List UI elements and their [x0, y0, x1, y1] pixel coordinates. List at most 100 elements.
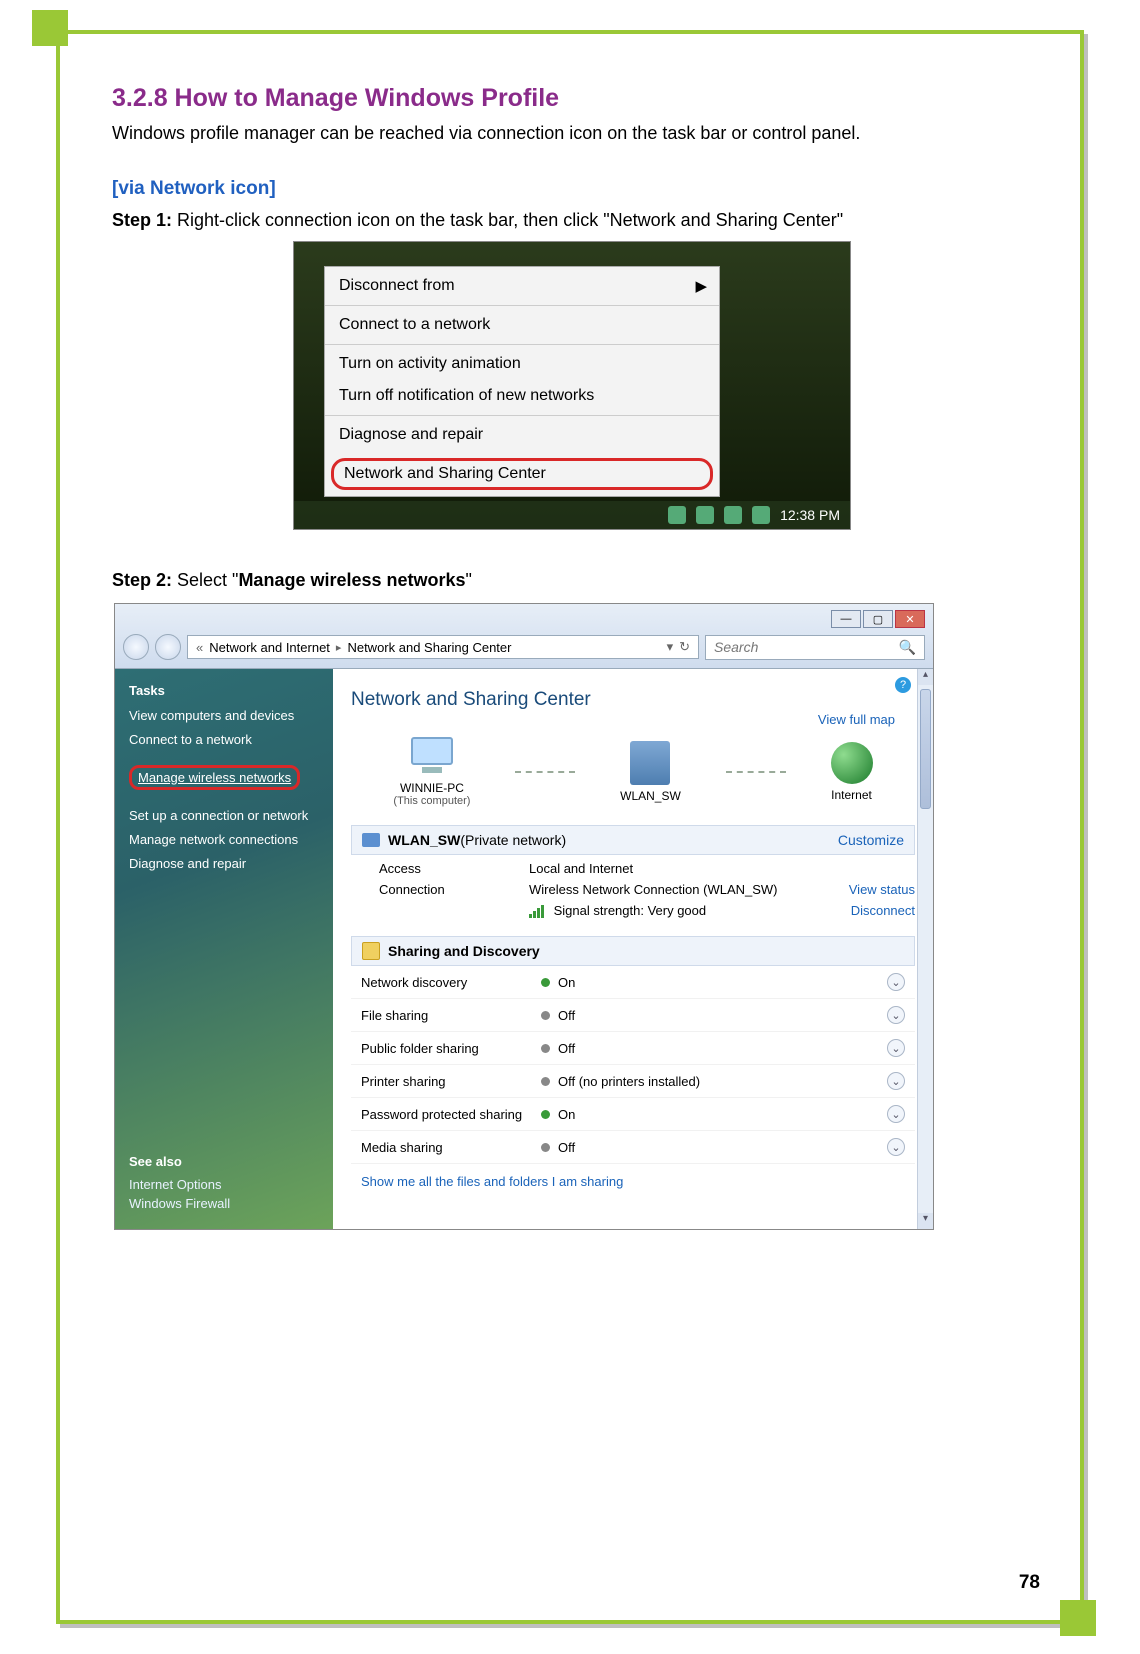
tray-icon[interactable]	[668, 506, 686, 524]
expand-button[interactable]: ⌄	[887, 1138, 905, 1156]
see-also: See also Internet Options Windows Firewa…	[129, 1154, 319, 1215]
menu-item-connect-to-network[interactable]: Connect to a network	[325, 305, 719, 344]
scroll-thumb[interactable]	[920, 689, 931, 809]
sd-val: Off (no printers installed)	[558, 1074, 700, 1089]
menu-label: Disconnect from	[339, 277, 455, 294]
task-manage-wireless-networks[interactable]: Manage wireless networks	[129, 765, 300, 790]
status-dot-on-icon	[541, 1110, 550, 1119]
menu-item-network-sharing-center[interactable]: Network and Sharing Center	[331, 458, 713, 490]
network-name: WLAN_SW	[388, 832, 460, 848]
expand-button[interactable]: ⌄	[887, 1006, 905, 1024]
figure-context-menu: Disconnect from ▶ Connect to a network T…	[293, 241, 851, 530]
expand-button[interactable]: ⌄	[887, 973, 905, 991]
status-dot-on-icon	[541, 978, 550, 987]
diagram-router: WLAN_SW	[620, 741, 681, 803]
diagram-sublabel: (This computer)	[393, 795, 470, 807]
step-2-text-a: Select "	[172, 570, 238, 590]
see-also-windows-firewall[interactable]: Windows Firewall	[129, 1196, 319, 1211]
menu-item-turn-on-activity[interactable]: Turn on activity animation	[325, 344, 719, 383]
sd-val: On	[558, 1107, 575, 1122]
tray-network-icon[interactable]	[724, 506, 742, 524]
task-diagnose-repair[interactable]: Diagnose and repair	[129, 856, 319, 871]
link-customize[interactable]: Customize	[838, 832, 904, 848]
scroll-up-icon[interactable]: ▴	[918, 669, 933, 685]
diagram-label: WINNIE-PC	[393, 781, 470, 795]
breadcrumb-item[interactable]: Network and Sharing Center	[347, 640, 511, 655]
page-content: 3.2.8 How to Manage Windows Profile Wind…	[112, 84, 1032, 1230]
network-type: (Private network)	[460, 832, 566, 848]
taskbar-context-menu: Disconnect from ▶ Connect to a network T…	[324, 266, 720, 497]
help-icon[interactable]: ?	[895, 677, 911, 693]
window-maximize-button[interactable]: ▢	[863, 610, 893, 628]
sd-row-file-sharing: File sharing Off ⌄	[351, 999, 915, 1032]
diagram-link	[726, 771, 786, 773]
breadcrumb-sep-icon: ▸	[336, 641, 342, 654]
network-icon	[362, 833, 380, 847]
link-view-full-map[interactable]: View full map	[818, 712, 895, 727]
breadcrumb-dropdown-icon[interactable]: ▾	[667, 639, 674, 655]
search-icon: 🔍	[899, 639, 916, 656]
search-input[interactable]: Search 🔍	[705, 635, 925, 660]
status-dot-off-icon	[541, 1011, 550, 1020]
main-panel: ? Network and Sharing Center View full m…	[333, 669, 933, 1229]
sd-key: File sharing	[361, 1008, 541, 1023]
step-1: Step 1: Right-click connection icon on t…	[112, 210, 1032, 231]
subheading-via-network: [via Network icon]	[112, 178, 1032, 200]
step-2-text-b: "	[466, 570, 472, 590]
status-dot-off-icon	[541, 1077, 550, 1086]
task-manage-connections[interactable]: Manage network connections	[129, 832, 319, 847]
scrollbar[interactable]: ▴ ▾	[917, 669, 933, 1229]
link-disconnect[interactable]: Disconnect	[805, 903, 915, 918]
scroll-down-icon[interactable]: ▾	[918, 1213, 933, 1229]
task-setup-connection[interactable]: Set up a connection or network	[129, 808, 319, 823]
nav-back-button[interactable]	[123, 634, 149, 660]
sd-row-printer-sharing: Printer sharing Off (no printers install…	[351, 1065, 915, 1098]
menu-item-disconnect-from[interactable]: Disconnect from ▶	[325, 267, 719, 305]
diagram-label: WLAN_SW	[620, 789, 681, 803]
task-view-computers[interactable]: View computers and devices	[129, 708, 319, 723]
sd-val: On	[558, 975, 575, 990]
tasks-heading: Tasks	[129, 683, 319, 698]
corner-decoration	[1060, 1600, 1096, 1636]
kv-key-connection: Connection	[379, 882, 529, 897]
search-placeholder: Search	[714, 639, 758, 655]
page-title: Network and Sharing Center	[351, 689, 915, 711]
window-minimize-button[interactable]: —	[831, 610, 861, 628]
tray-volume-icon[interactable]	[752, 506, 770, 524]
breadcrumb[interactable]: « Network and Internet ▸ Network and Sha…	[187, 635, 699, 659]
step-2-label: Step 2:	[112, 570, 172, 590]
submenu-arrow-icon: ▶	[695, 277, 707, 295]
nav-forward-button[interactable]	[155, 634, 181, 660]
tasks-sidebar: Tasks View computers and devices Connect…	[115, 669, 333, 1229]
kv-key-access: Access	[379, 861, 529, 876]
expand-button[interactable]: ⌄	[887, 1039, 905, 1057]
link-view-status[interactable]: View status	[805, 882, 915, 897]
section-heading: 3.2.8 How to Manage Windows Profile	[112, 84, 1032, 113]
step-2: Step 2: Select "Manage wireless networks…	[112, 570, 1032, 591]
menu-item-diagnose-repair[interactable]: Diagnose and repair	[325, 415, 719, 454]
refresh-icon[interactable]: ↻	[679, 639, 690, 655]
sd-row-public-folder: Public folder sharing Off ⌄	[351, 1032, 915, 1065]
diagram-label: Internet	[831, 788, 873, 802]
sd-key: Network discovery	[361, 975, 541, 990]
diagram-this-computer: WINNIE-PC (This computer)	[393, 737, 470, 807]
kv-val-connection: Wireless Network Connection (WLAN_SW)	[529, 882, 805, 897]
see-also-internet-options[interactable]: Internet Options	[129, 1177, 319, 1192]
sd-row-network-discovery: Network discovery On ⌄	[351, 966, 915, 999]
window-chrome: — ▢ ✕ « Network and Internet ▸ Network a…	[115, 604, 933, 669]
figure-network-sharing-center: — ▢ ✕ « Network and Internet ▸ Network a…	[114, 603, 934, 1230]
expand-button[interactable]: ⌄	[887, 1072, 905, 1090]
address-bar-row: « Network and Internet ▸ Network and Sha…	[123, 630, 925, 668]
sd-val: Off	[558, 1008, 575, 1023]
sd-row-password-protected: Password protected sharing On ⌄	[351, 1098, 915, 1131]
task-connect-to-network[interactable]: Connect to a network	[129, 732, 319, 747]
system-tray: 12:38 PM	[294, 501, 850, 529]
tray-icon[interactable]	[696, 506, 714, 524]
window-close-button[interactable]: ✕	[895, 610, 925, 628]
section-intro: Windows profile manager can be reached v…	[112, 123, 1032, 144]
diagram-link	[515, 771, 575, 773]
expand-button[interactable]: ⌄	[887, 1105, 905, 1123]
menu-item-turn-off-notification[interactable]: Turn off notification of new networks	[325, 383, 719, 415]
breadcrumb-item[interactable]: Network and Internet	[209, 640, 330, 655]
link-show-me-shared[interactable]: Show me all the files and folders I am s…	[351, 1164, 915, 1189]
